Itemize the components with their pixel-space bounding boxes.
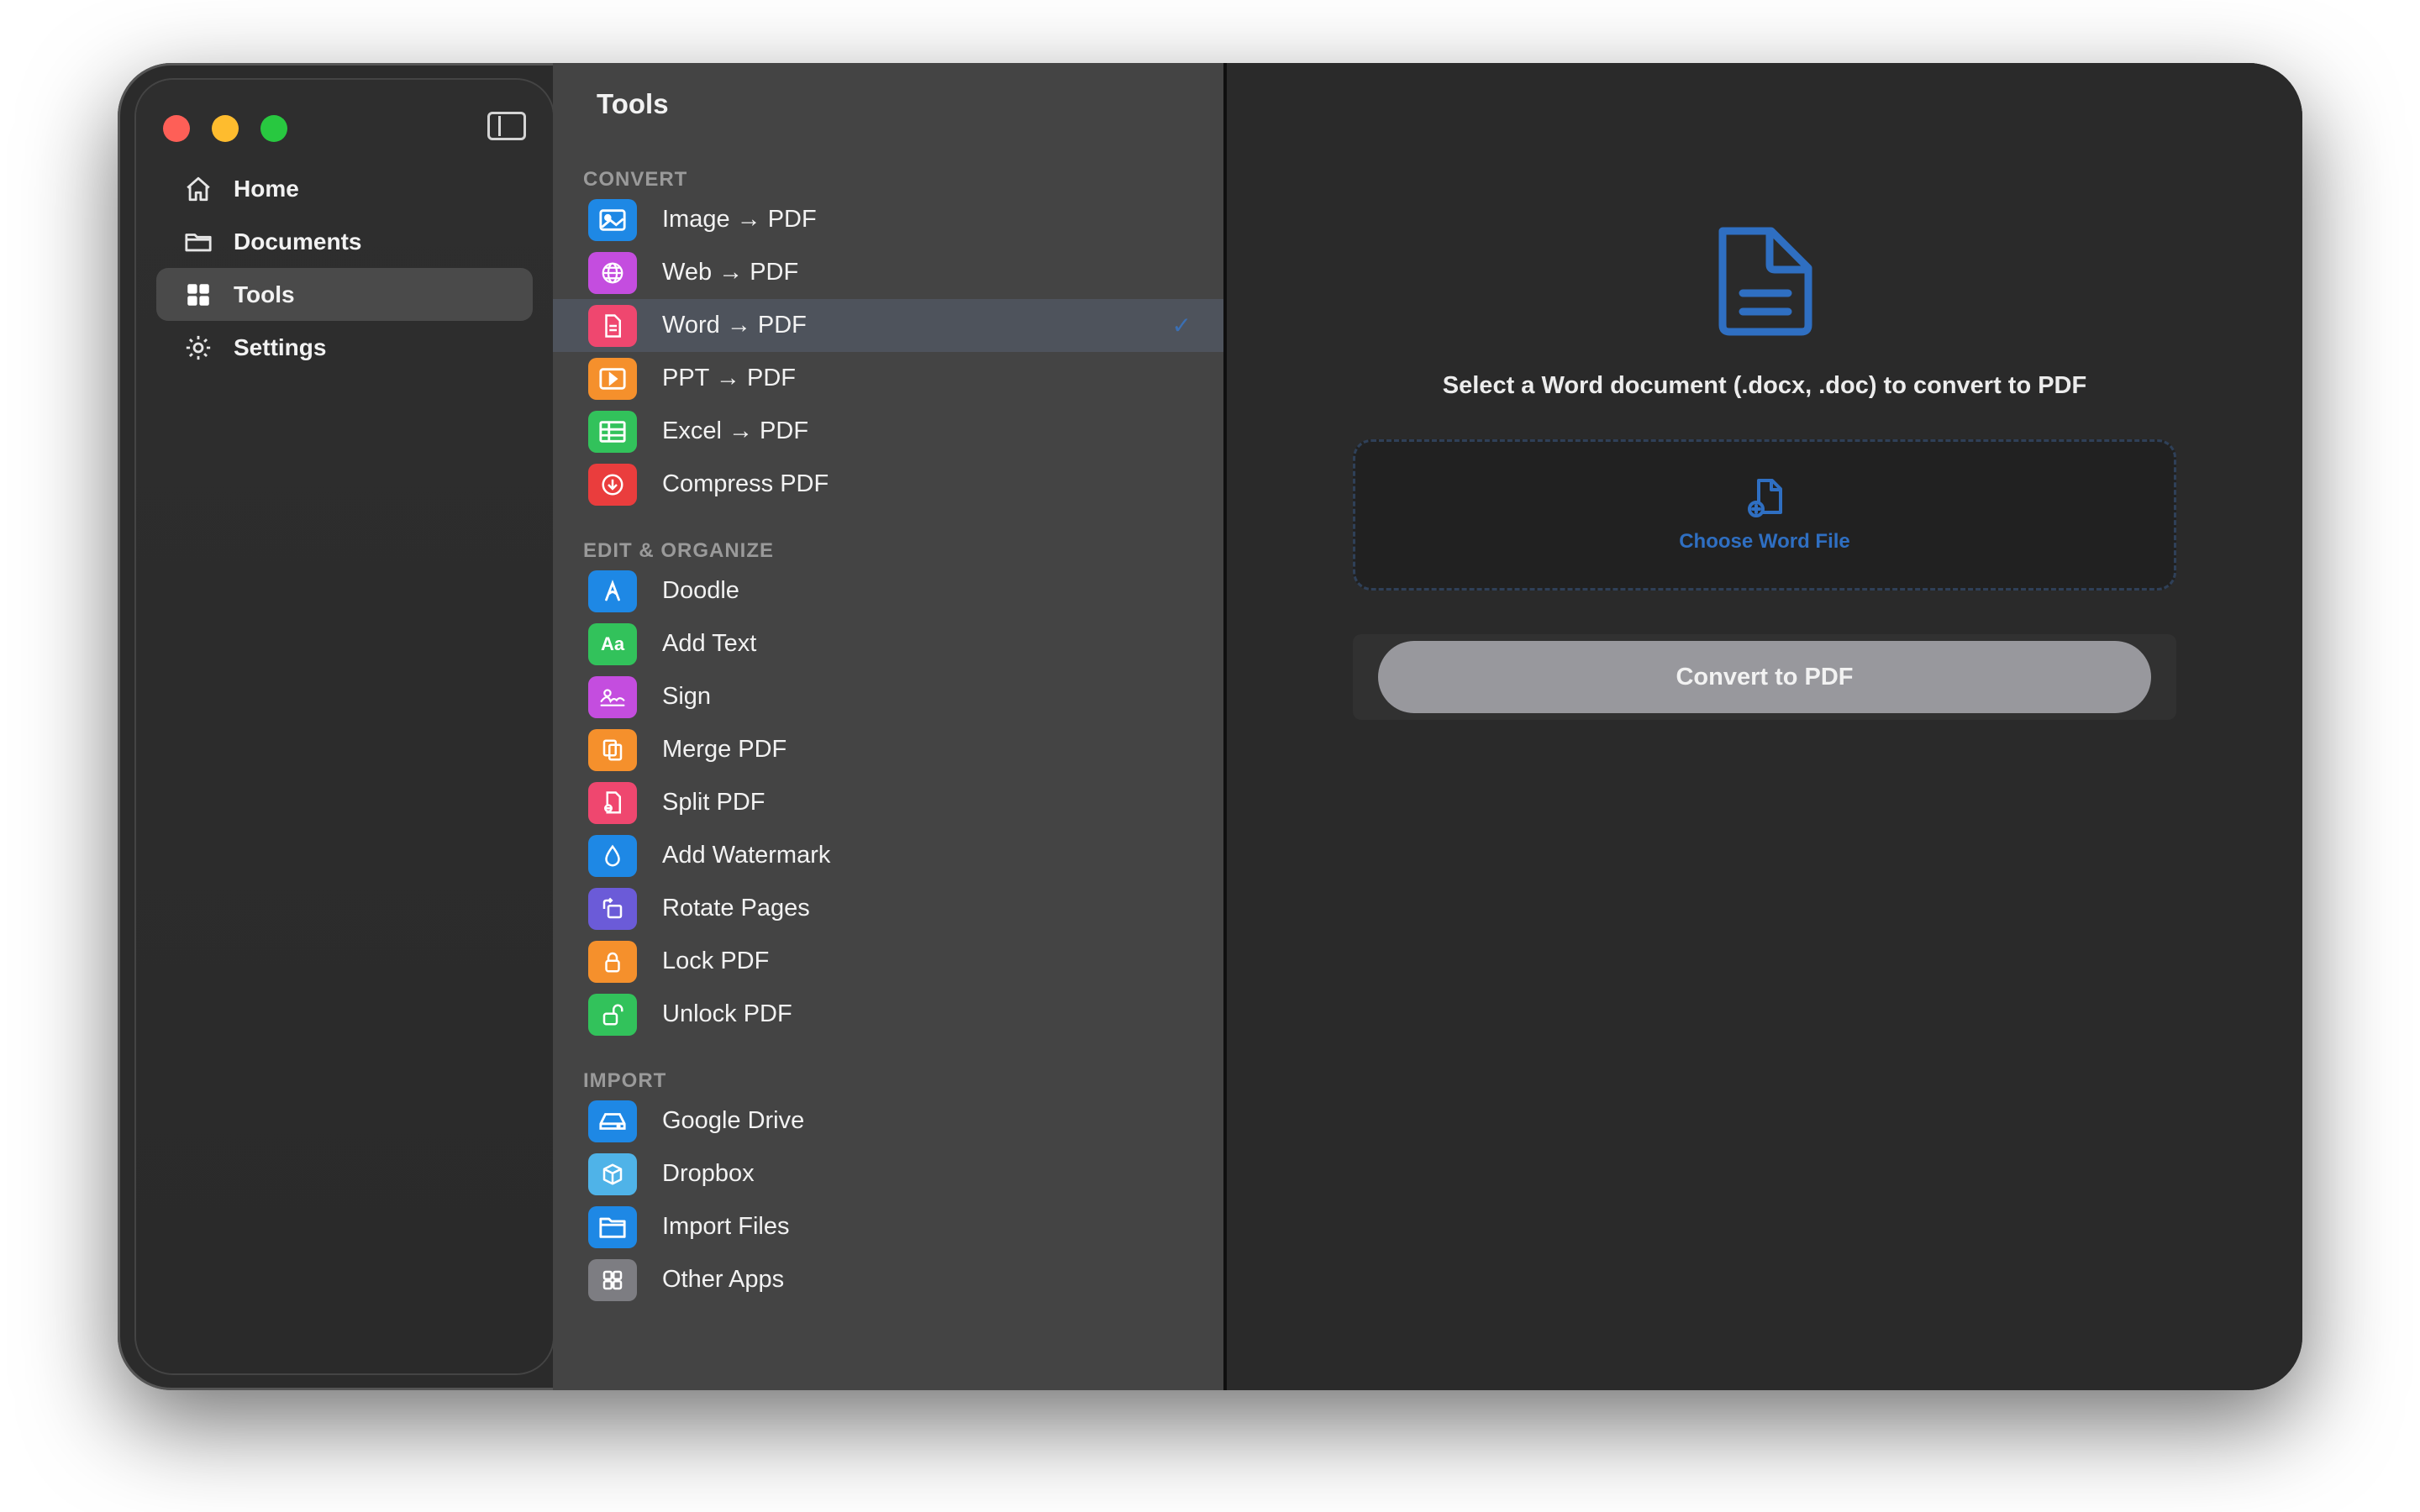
instruction-text: Select a Word document (.docx, .doc) to … (1442, 372, 2087, 399)
tool-import-files[interactable]: Import Files (553, 1200, 1223, 1253)
signature-icon (588, 675, 637, 718)
image-icon (588, 198, 637, 241)
tool-add-watermark[interactable]: Add Watermark (553, 829, 1223, 882)
window-controls (163, 115, 287, 142)
tool-doodle[interactable]: Doodle (553, 564, 1223, 617)
tool-label: Rotate Pages (662, 895, 810, 921)
folder-icon (182, 225, 215, 259)
lock-icon (588, 940, 637, 983)
apps-grid-icon (588, 1258, 637, 1301)
tool-sign[interactable]: Sign (553, 670, 1223, 723)
sidebar-item-label: Settings (234, 333, 327, 360)
tool-label: Add Text (662, 630, 757, 657)
sidebar-toggle-icon[interactable] (487, 112, 526, 140)
pen-nib-icon (588, 570, 637, 612)
tool-label: Google Drive (662, 1107, 805, 1134)
tool-label: Doodle (662, 577, 739, 604)
minimize-window-button[interactable] (212, 115, 239, 142)
house-icon (182, 172, 215, 206)
tool-google-drive[interactable]: Google Drive (553, 1095, 1223, 1147)
main-content: Select a Word document (.docx, .doc) to … (1227, 63, 2302, 1390)
tool-label: Split PDF (662, 789, 765, 816)
tool-label: Merge PDF (662, 736, 787, 763)
convert-button-container: Convert to PDF (1353, 634, 2176, 720)
tool-label: Image → PDF (662, 206, 817, 233)
tool-web-to-pdf[interactable]: Web → PDF (553, 246, 1223, 299)
tool-label: Excel → PDF (662, 417, 809, 444)
tool-word-to-pdf[interactable]: Word → PDF ✓ (553, 299, 1223, 352)
tool-add-text[interactable]: Aa Add Text (553, 617, 1223, 670)
tool-label: Other Apps (662, 1266, 785, 1293)
tool-image-to-pdf[interactable]: Image → PDF (553, 193, 1223, 246)
section-header-edit-organize: EDIT & ORGANIZE (583, 539, 775, 562)
tool-label: Dropbox (662, 1160, 755, 1187)
section-header-import: IMPORT (583, 1069, 667, 1092)
gear-icon (182, 331, 215, 365)
text-aa-icon: Aa (588, 622, 637, 665)
tool-label: Lock PDF (662, 948, 770, 974)
tool-label: Word → PDF (662, 312, 807, 339)
presentation-icon (588, 357, 637, 400)
tool-label: PPT → PDF (662, 365, 796, 391)
rotate-icon (588, 887, 637, 930)
section-header-convert: CONVERT (583, 168, 688, 191)
tool-other-apps[interactable]: Other Apps (553, 1253, 1223, 1306)
tool-label: Compress PDF (662, 470, 829, 497)
tool-label: Unlock PDF (662, 1000, 792, 1027)
sidebar: Home Documents Tools Settings (136, 80, 553, 1373)
convert-to-pdf-button[interactable]: Convert to PDF (1378, 641, 2151, 713)
add-document-icon (1740, 475, 1791, 522)
tool-label: Import Files (662, 1213, 790, 1240)
tool-label: Web → PDF (662, 259, 799, 286)
unlock-icon (588, 993, 637, 1036)
tool-merge-pdf[interactable]: Merge PDF (553, 723, 1223, 776)
globe-icon (588, 251, 637, 294)
tools-list-pane: Tools CONVERT Image → PDF Web → PDF Word… (553, 63, 1223, 1390)
choose-file-label: Choose Word File (1679, 530, 1850, 553)
tool-ppt-to-pdf[interactable]: PPT → PDF (553, 352, 1223, 405)
merge-icon (588, 728, 637, 771)
sidebar-item-label: Home (234, 175, 299, 202)
grid-icon (182, 278, 215, 312)
tool-rotate-pages[interactable]: Rotate Pages (553, 882, 1223, 935)
word-doc-icon (588, 304, 637, 347)
sidebar-item-tools[interactable]: Tools (156, 268, 533, 321)
app-window: Home Documents Tools Settings Tools CONV… (118, 63, 2302, 1390)
pane-title: Tools (597, 88, 669, 119)
tool-label: Sign (662, 683, 712, 710)
tool-label: Add Watermark (662, 842, 831, 869)
tool-compress-pdf[interactable]: Compress PDF (553, 458, 1223, 511)
sidebar-item-home[interactable]: Home (156, 162, 533, 215)
tool-lock-pdf[interactable]: Lock PDF (553, 935, 1223, 988)
drive-icon (588, 1100, 637, 1142)
close-window-button[interactable] (163, 115, 190, 142)
tool-dropbox[interactable]: Dropbox (553, 1147, 1223, 1200)
tool-excel-to-pdf[interactable]: Excel → PDF (553, 405, 1223, 458)
zoom-window-button[interactable] (260, 115, 287, 142)
sidebar-item-label: Documents (234, 228, 362, 255)
sidebar-item-label: Tools (234, 281, 295, 307)
folder-icon (588, 1205, 637, 1248)
table-icon (588, 410, 637, 453)
compress-icon (588, 463, 637, 506)
tool-split-pdf[interactable]: Split PDF (553, 776, 1223, 829)
split-icon (588, 781, 637, 824)
box-icon (588, 1152, 637, 1195)
sidebar-item-documents[interactable]: Documents (156, 215, 533, 268)
checkmark-icon: ✓ (1171, 312, 1192, 339)
drop-icon (588, 834, 637, 877)
sidebar-item-settings[interactable]: Settings (156, 321, 533, 374)
file-dropzone[interactable]: Choose Word File (1353, 439, 2176, 591)
sidebar-nav: Home Documents Tools Settings (156, 162, 533, 374)
document-icon (1706, 223, 1823, 340)
tool-unlock-pdf[interactable]: Unlock PDF (553, 988, 1223, 1041)
